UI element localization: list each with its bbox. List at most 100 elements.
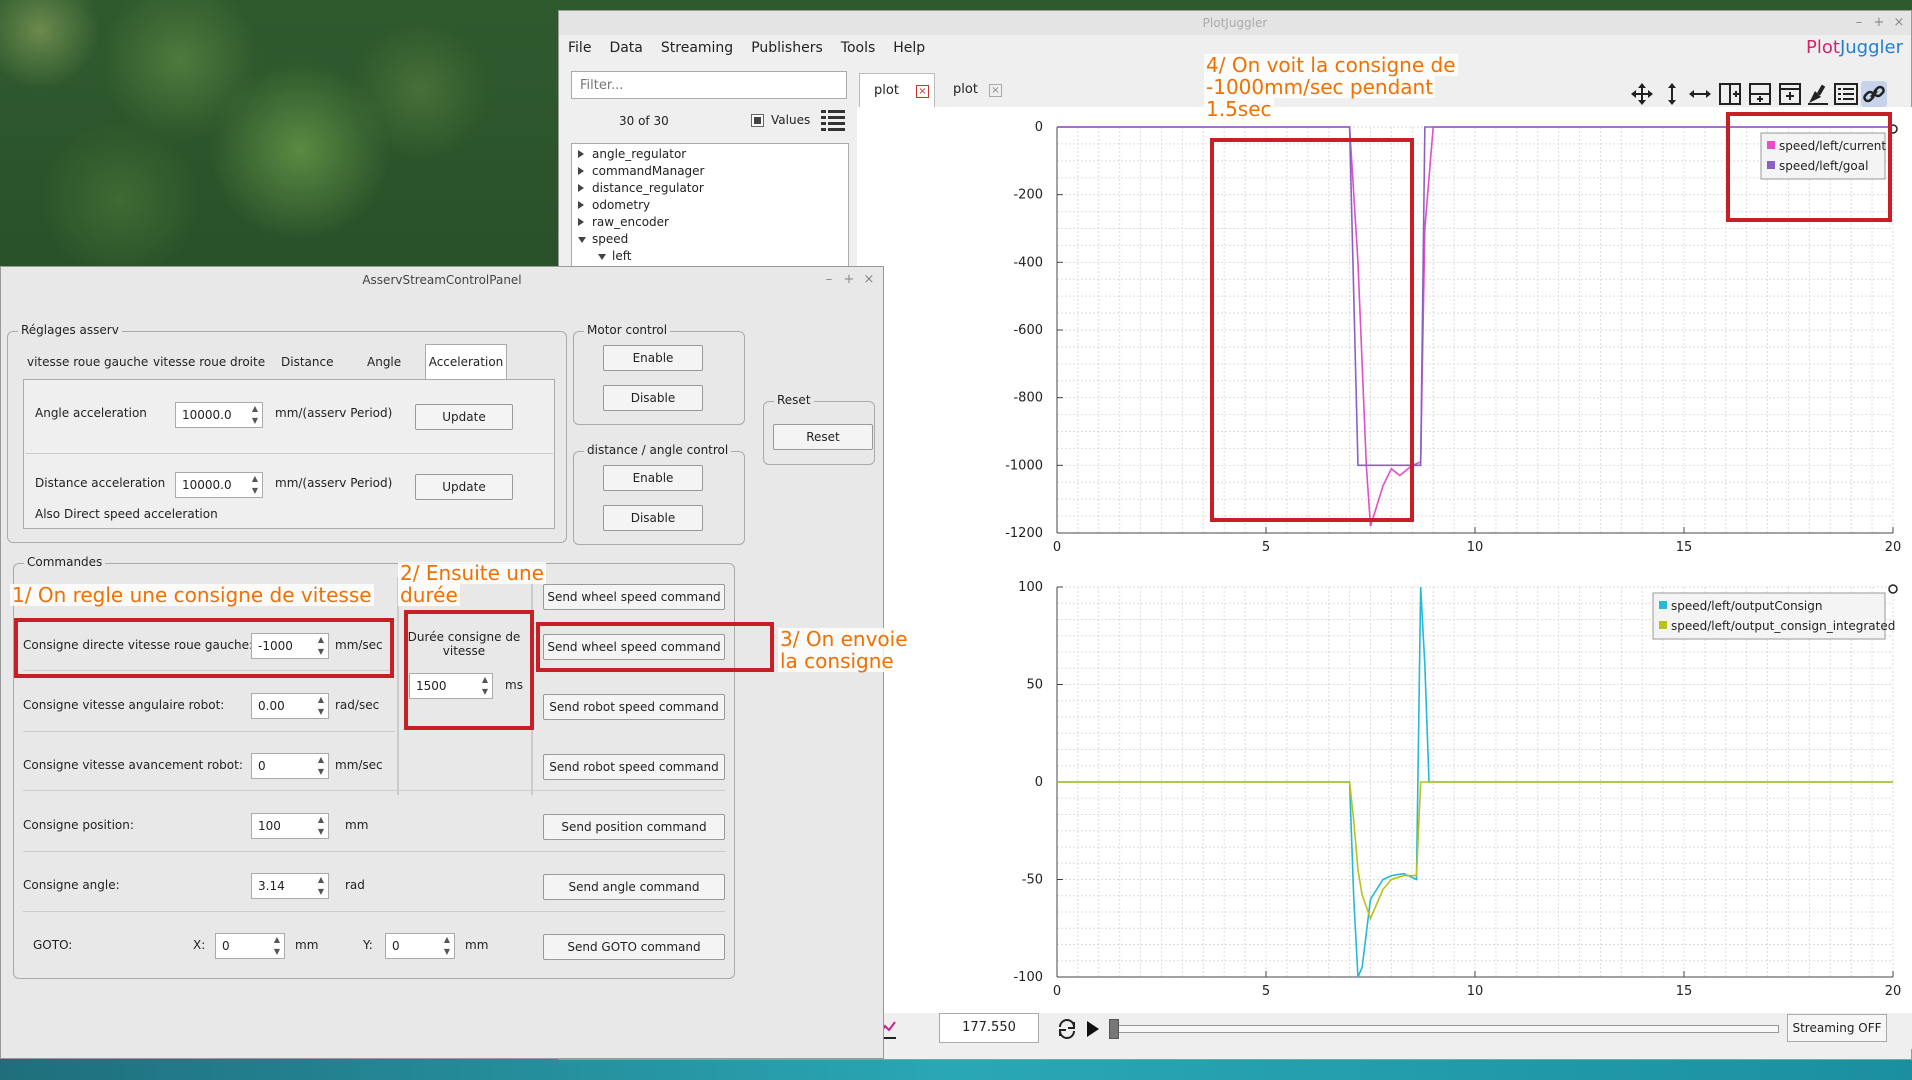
x-tick-label: 5 xyxy=(1262,984,1270,999)
close-icon[interactable]: × xyxy=(861,272,877,288)
annotation-4-line2: -1000mm/sec pendant xyxy=(1204,75,1436,99)
loop-icon[interactable] xyxy=(1055,1017,1079,1041)
reset-title: Reset xyxy=(774,393,814,407)
maximize-icon[interactable]: + xyxy=(841,272,857,288)
unit-rad: rad xyxy=(345,878,365,892)
da-enable-button[interactable]: Enable xyxy=(603,465,703,491)
vertical-divider xyxy=(397,577,399,795)
update-distance-button[interactable]: Update xyxy=(415,474,513,500)
annotation-4-line3: 1.5sec xyxy=(1204,97,1274,121)
send-wheel-speed-button[interactable]: Send wheel speed command xyxy=(543,584,725,610)
menu-data[interactable]: Data xyxy=(600,35,651,61)
logo-part2: Juggler xyxy=(1839,37,1903,58)
split-horizontal-icon[interactable] xyxy=(1717,81,1743,107)
tab-plot-1[interactable]: plot × xyxy=(859,73,935,107)
menu-publishers[interactable]: Publishers xyxy=(742,35,832,61)
tree-item[interactable]: angle_regulator xyxy=(578,147,686,161)
values-checkbox[interactable] xyxy=(751,114,764,127)
unit-mm: mm xyxy=(345,818,369,832)
streaming-toggle-button[interactable]: Streaming OFF xyxy=(1787,1014,1887,1042)
values-label: Values xyxy=(771,113,811,127)
angle-input[interactable]: 3.14 ▲ ▼ xyxy=(251,873,329,899)
send-robot-speed-button[interactable]: Send robot speed command xyxy=(543,694,725,720)
menu-streaming[interactable]: Streaming xyxy=(652,35,742,61)
slider-handle[interactable] xyxy=(1109,1019,1119,1039)
dist-accel-input[interactable]: 10000.0 ▲ ▼ xyxy=(175,472,263,498)
separator xyxy=(23,790,725,791)
send-position-button[interactable]: Send position command xyxy=(543,814,725,840)
maximize-icon[interactable]: + xyxy=(1871,15,1887,31)
logo-part1: Plot xyxy=(1806,37,1840,58)
send-robot-speed-button[interactable]: Send robot speed command xyxy=(543,754,725,780)
avancement-label: Consigne vitesse avancement robot: xyxy=(23,758,243,772)
x-tick-label: 0 xyxy=(1053,984,1061,999)
panel-title: AsservStreamControlPanel xyxy=(362,273,522,287)
annotation-2-line1: 2/ Ensuite une xyxy=(398,561,546,585)
goto-x-input[interactable]: 0 ▲ ▼ xyxy=(215,933,285,959)
annotation-box-4 xyxy=(1210,138,1414,522)
time-display[interactable]: 177.550 xyxy=(939,1013,1039,1043)
legend-icon[interactable] xyxy=(1833,81,1859,107)
menu-file[interactable]: File xyxy=(559,35,600,61)
x-tick-label: 20 xyxy=(1885,540,1902,555)
reset-button[interactable]: Reset xyxy=(773,424,873,450)
angulaire-label: Consigne vitesse angulaire robot: xyxy=(23,698,225,712)
annotation-3-line1: 3/ On envoie xyxy=(778,627,910,651)
close-tab-icon[interactable]: × xyxy=(916,85,929,98)
tree-item[interactable]: distance_regulator xyxy=(578,181,704,195)
close-icon[interactable]: × xyxy=(1891,15,1907,31)
annotation-3-line2: la consigne xyxy=(778,649,896,673)
tab-vitesse-gauche[interactable]: vitesse roue gauche xyxy=(27,355,148,369)
annotation-box-1 xyxy=(14,618,394,678)
tree-item[interactable]: commandManager xyxy=(578,164,705,178)
accel-unit: mm/(asserv Period) xyxy=(275,476,393,490)
position-input[interactable]: 100 ▲ ▼ xyxy=(251,813,329,839)
filter-input[interactable] xyxy=(571,71,847,99)
bottom-plot[interactable]: 0 5 10 15 20 100 50 0 -50 -100 speed/left/outputCo… xyxy=(857,577,1912,1013)
menu-tools[interactable]: Tools xyxy=(832,35,885,61)
separator xyxy=(23,731,395,732)
motor-enable-button[interactable]: Enable xyxy=(603,345,703,371)
series-count: 30 of 30 xyxy=(619,114,669,128)
da-disable-button[interactable]: Disable xyxy=(603,505,703,531)
x-tick-label: 20 xyxy=(1885,984,1902,999)
y-label: Y: xyxy=(363,938,373,952)
menu-help[interactable]: Help xyxy=(884,35,934,61)
motor-disable-button[interactable]: Disable xyxy=(603,385,703,411)
tab-angle[interactable]: Angle xyxy=(367,355,401,369)
zoom-vertical-icon[interactable] xyxy=(1659,81,1685,107)
clear-icon[interactable] xyxy=(1805,81,1831,107)
close-tab-icon[interactable]: × xyxy=(989,84,1002,97)
play-icon[interactable] xyxy=(1085,1020,1101,1038)
unit-rad-sec: rad/sec xyxy=(335,698,380,712)
y-tick-label: -400 xyxy=(1013,255,1043,270)
minimize-icon[interactable]: – xyxy=(1851,15,1867,31)
list-view-icon[interactable] xyxy=(821,109,845,131)
tab-acceleration[interactable]: Acceleration xyxy=(425,344,507,380)
x-tick-label: 15 xyxy=(1676,984,1693,999)
minimize-icon[interactable]: – xyxy=(821,272,837,288)
tree-item[interactable]: speed xyxy=(578,232,628,246)
tree-item[interactable]: odometry xyxy=(578,198,650,212)
tree-item[interactable]: left xyxy=(598,249,631,263)
tree-item[interactable]: raw_encoder xyxy=(578,215,669,229)
add-tab-icon[interactable] xyxy=(1777,81,1803,107)
zoom-horizontal-icon[interactable] xyxy=(1687,81,1713,107)
send-goto-button[interactable]: Send GOTO command xyxy=(543,934,725,960)
move-icon[interactable] xyxy=(1629,81,1655,107)
time-slider[interactable] xyxy=(1109,1025,1779,1033)
link-icon[interactable] xyxy=(1861,81,1887,107)
avancement-input[interactable]: 0 ▲ ▼ xyxy=(251,753,329,779)
goto-y-input[interactable]: 0 ▲ ▼ xyxy=(385,933,455,959)
unit-mm: mm xyxy=(295,938,319,952)
tab-distance[interactable]: Distance xyxy=(281,355,333,369)
send-angle-button[interactable]: Send angle command xyxy=(543,874,725,900)
plot-toolbar xyxy=(1629,81,1909,107)
split-vertical-icon[interactable] xyxy=(1747,81,1773,107)
update-angle-button[interactable]: Update xyxy=(415,404,513,430)
tab-vitesse-droite[interactable]: vitesse roue droite xyxy=(153,355,265,369)
angulaire-input[interactable]: 0.00 ▲ ▼ xyxy=(251,693,329,719)
angle-accel-input[interactable]: 10000.0 ▲ ▼ xyxy=(175,402,263,428)
tab-plot-2[interactable]: plot × xyxy=(939,73,1003,107)
x-tick-label: 15 xyxy=(1676,540,1693,555)
